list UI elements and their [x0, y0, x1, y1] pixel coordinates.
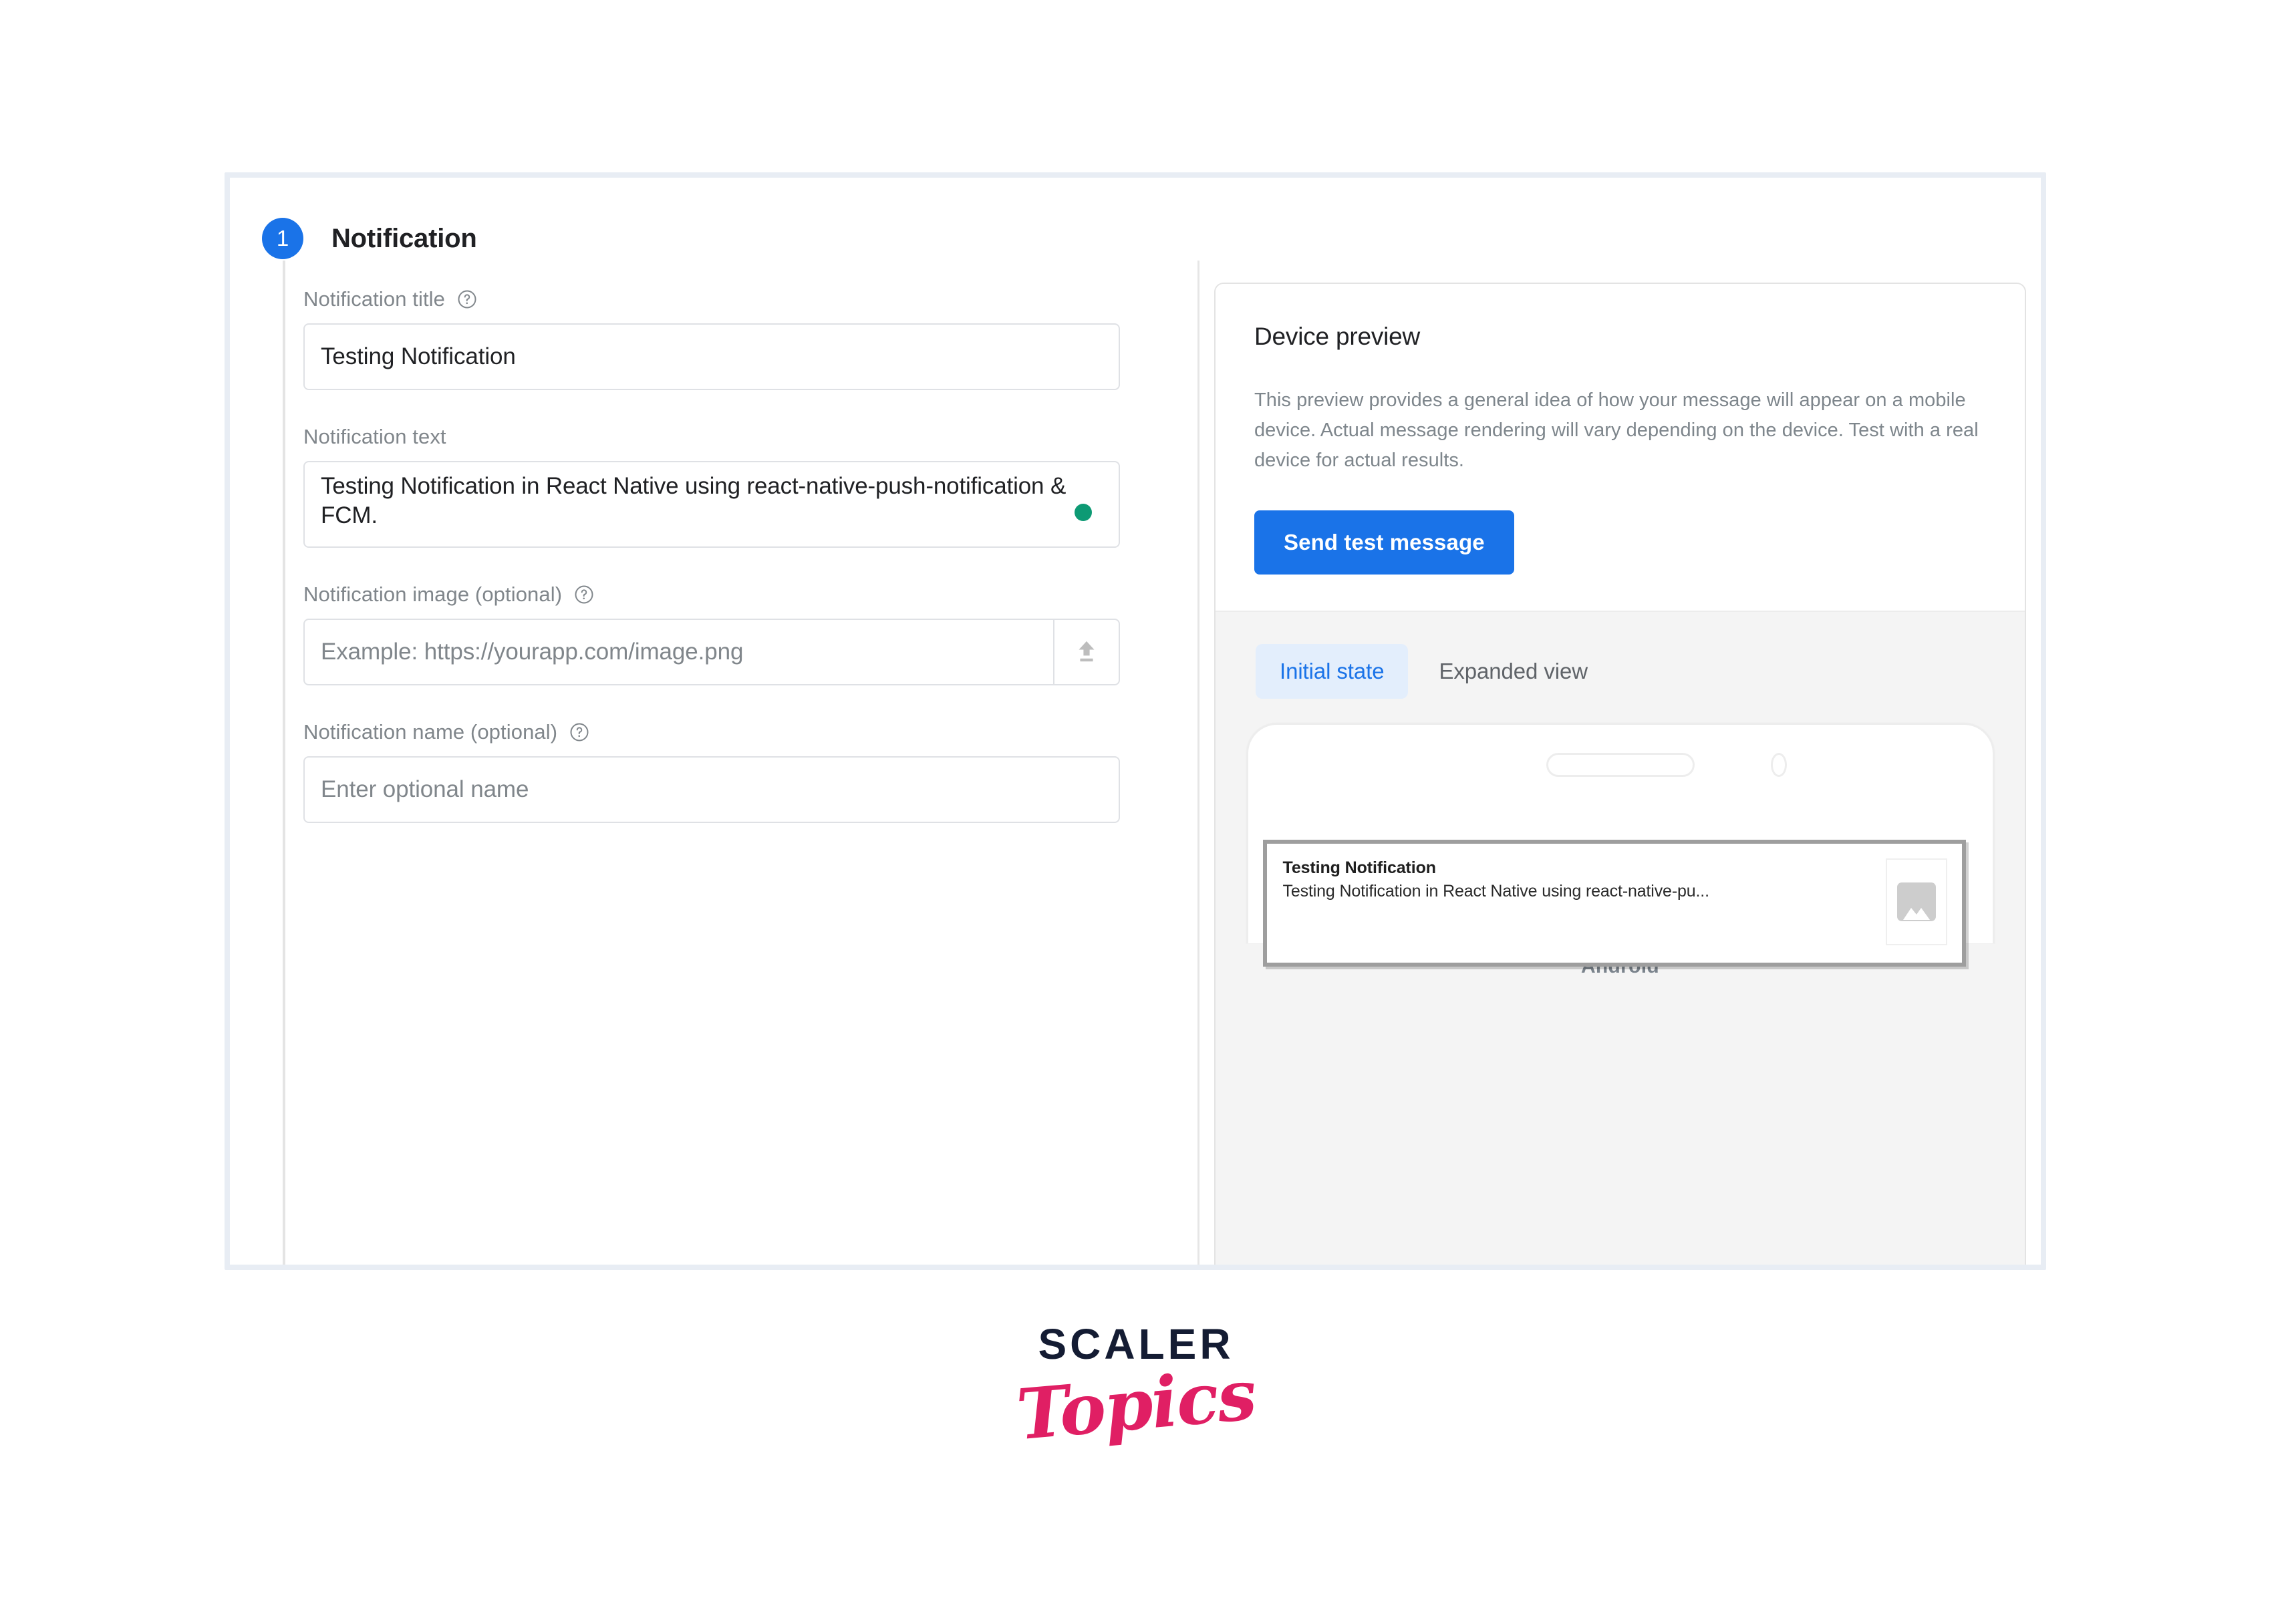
notification-name-input[interactable]: Enter optional name	[303, 756, 1120, 823]
notification-image-label-text: Notification image (optional)	[303, 583, 563, 606]
notification-text-label-text: Notification text	[303, 425, 446, 448]
notification-form: Notification title Testing Notification …	[230, 261, 1197, 1265]
logo-topics-wordmark: Topics	[1013, 1353, 1259, 1456]
image-placeholder-icon	[1896, 882, 1936, 921]
preview-state-tabs: Initial state Expanded view	[1256, 643, 1612, 699]
device-preview-title: Device preview	[1254, 323, 1421, 350]
composer-body: Notification title Testing Notification …	[230, 261, 2041, 1265]
field-notification-title: Notification title Testing Notification	[303, 287, 1197, 390]
notification-preview-card: Testing Notification Testing Notificatio…	[1262, 839, 1966, 967]
stepper-vertical-line	[283, 261, 285, 1265]
status-dot	[1075, 504, 1092, 521]
upload-image-button[interactable]	[1053, 619, 1120, 685]
phone-camera-icon	[1770, 752, 1787, 777]
notification-image-row: Example: https://yourapp.com/image.png	[303, 619, 1120, 685]
page-title: Notification	[331, 223, 477, 253]
help-circle-icon[interactable]	[457, 289, 477, 309]
notification-title-label-text: Notification title	[303, 287, 446, 311]
notification-name-label-text: Notification name (optional)	[303, 720, 558, 744]
notification-preview-body: Testing Notification in React Native usi…	[1282, 881, 1710, 901]
phone-mockup: Testing Notification Testing Notificatio…	[1246, 722, 1995, 1265]
notification-title-input[interactable]: Testing Notification	[303, 323, 1120, 390]
notification-preview-inner: Testing Notification Testing Notificatio…	[1266, 843, 1962, 963]
device-preview-description: This preview provides a general idea of …	[1254, 389, 1979, 471]
mountain-glyph	[1902, 907, 1930, 920]
send-test-message-button[interactable]: Send test message	[1254, 510, 1514, 575]
field-notification-name: Notification name (optional) Enter optio…	[303, 720, 1197, 823]
card-inner: 1 Notification Notification title Testin…	[230, 178, 2041, 1265]
notification-text-input[interactable]: Testing Notification in React Native usi…	[303, 461, 1120, 548]
device-preview-header: Device preview This preview provides a g…	[1216, 284, 2025, 611]
scaler-topics-logo: SCALER Topics	[0, 1319, 2272, 1456]
notification-title-label: Notification title	[303, 287, 1197, 311]
notification-text-label: Notification text	[303, 425, 1197, 449]
notification-image-input[interactable]: Example: https://yourapp.com/image.png	[303, 619, 1053, 685]
phone-frame: Testing Notification Testing Notificatio…	[1246, 722, 1995, 967]
step-number-badge: 1	[262, 218, 303, 259]
notification-name-label: Notification name (optional)	[303, 720, 1197, 744]
help-circle-icon[interactable]	[569, 722, 589, 742]
device-preview-card: Device preview This preview provides a g…	[1214, 283, 2026, 1265]
field-notification-image: Notification image (optional) Example: h…	[303, 583, 1197, 685]
phone-speaker-icon	[1546, 752, 1695, 777]
notification-preview-title: Testing Notification	[1282, 858, 1437, 877]
upload-icon	[1079, 641, 1095, 662]
device-preview-column: Device preview This preview provides a g…	[1197, 261, 2041, 1265]
notification-preview-texts: Testing Notification Testing Notificatio…	[1283, 858, 1875, 901]
device-preview-body: Initial state Expanded view Testing Noti…	[1216, 610, 2025, 1265]
step-header: 1 Notification	[230, 178, 2041, 261]
notification-preview-thumbnail	[1885, 858, 1947, 945]
field-notification-text: Notification text Testing Notification i…	[303, 425, 1197, 548]
tab-initial-state[interactable]: Initial state	[1256, 643, 1409, 699]
tab-expanded-view[interactable]: Expanded view	[1415, 644, 1612, 699]
notification-text-value: Testing Notification in React Native usi…	[321, 473, 1067, 529]
notification-image-label: Notification image (optional)	[303, 583, 1197, 607]
help-circle-icon[interactable]	[574, 585, 594, 605]
notification-composer-card: 1 Notification Notification title Testin…	[225, 172, 2046, 1270]
